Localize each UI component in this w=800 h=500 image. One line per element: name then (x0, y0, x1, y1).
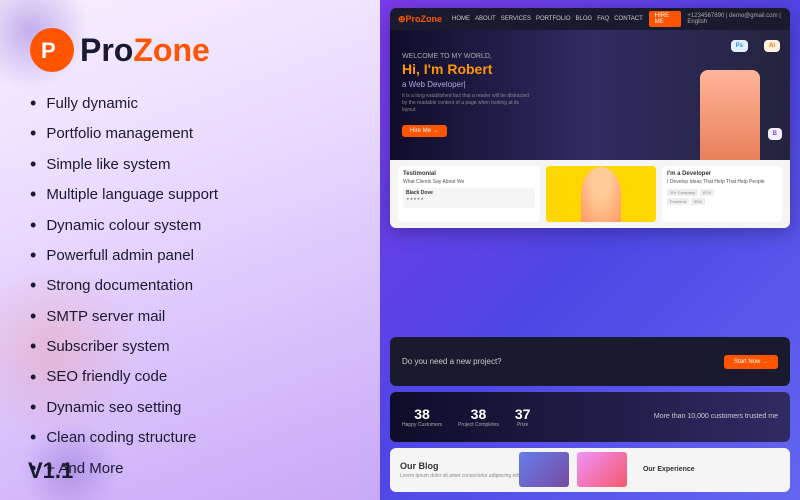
logo-icon: P (30, 28, 74, 72)
mock-stat-1: 38 Happy Customers (402, 406, 442, 428)
features-list: Fully dynamic Portfolio management Simple … (30, 92, 350, 480)
mock-blog-row: Our Blog Lorem ipsum dolor sit amet cons… (390, 448, 790, 492)
mock-hire-btn[interactable]: HIRE ME (649, 11, 682, 27)
mock-project-cta: Do you need a new project? Start Now → (390, 337, 790, 386)
mock-blog-thumbnail-2 (577, 452, 627, 487)
mock-stat-2: 38 Project Completes (458, 406, 499, 428)
logo-text: ProZone (80, 34, 210, 66)
right-panel: ⊕ProZone HOME ABOUT SERVICES PORTFOLIO B… (380, 0, 800, 500)
mock-hero: WELCOME TO MY WORLD, Hi, I'm Robert a We… (390, 30, 790, 160)
mock-person-silhouette (700, 70, 760, 160)
mock-start-btn[interactable]: Start Now → (724, 355, 778, 369)
mock-developer-card: I'm a Developer I Develop Ideas That Hel… (662, 166, 782, 222)
left-panel: P ProZone Fully dynamic Portfolio managem… (0, 0, 380, 500)
skill-badge-bootstrap: B (768, 128, 782, 140)
mock-stat-3: 37 Prize (515, 406, 531, 428)
feature-item: + And More (30, 457, 350, 480)
version-badge: V1.1 (28, 458, 73, 484)
feature-item: Portfolio management (30, 122, 350, 145)
mock-logo: ⊕ProZone (398, 14, 442, 25)
logo: P ProZone (30, 28, 350, 72)
mock-hero-desc: It is a long established fact that a rea… (402, 93, 532, 114)
feature-item: Fully dynamic (30, 92, 350, 115)
mock-stats-title: More than 10,000 customers trusted me (654, 413, 778, 420)
mock-stats-card: 38 Happy Customers 38 Project Completes … (390, 392, 790, 441)
feature-item: SEO friendly code (30, 366, 350, 389)
mock-cta-btn[interactable]: Hire Me → (402, 125, 447, 137)
mock-nav-info: +1234567890 | demo@gmail.com | English (687, 13, 782, 25)
mock-blog-thumbnail (519, 452, 569, 487)
mock-website-container: ⊕ProZone HOME ABOUT SERVICES PORTFOLIO B… (390, 8, 790, 228)
mock-bottom-strip: Testimonial What Clients Say About We Bl… (390, 160, 790, 228)
feature-item: Dynamic seo setting (30, 396, 350, 419)
feature-item: Simple like system (30, 153, 350, 176)
skill-badge-ai: Ai (764, 40, 780, 52)
feature-item: Powerfull admin panel (30, 244, 350, 267)
mock-testimonial-card: Testimonial What Clients Say About We Bl… (398, 166, 540, 222)
mock-cards-row: Do you need a new project? Start Now → 3… (390, 337, 790, 492)
feature-item: Subscriber system (30, 335, 350, 358)
feature-item: SMTP server mail (30, 305, 350, 328)
mock-person-card (546, 166, 656, 222)
mock-person-image (700, 70, 760, 160)
feature-item: Clean coding structure (30, 426, 350, 449)
feature-item: Multiple language support (30, 183, 350, 206)
svg-text:P: P (41, 38, 56, 63)
mock-nav-links: HOME ABOUT SERVICES PORTFOLIO BLOG FAQ C… (452, 16, 643, 22)
feature-item: Dynamic colour system (30, 214, 350, 237)
skill-badge-ps: Ps (731, 40, 748, 52)
mock-welcome-tag: WELCOME TO MY WORLD, (402, 53, 778, 60)
mock-navbar: ⊕ProZone HOME ABOUT SERVICES PORTFOLIO B… (390, 8, 790, 30)
feature-item: Strong documentation (30, 274, 350, 297)
